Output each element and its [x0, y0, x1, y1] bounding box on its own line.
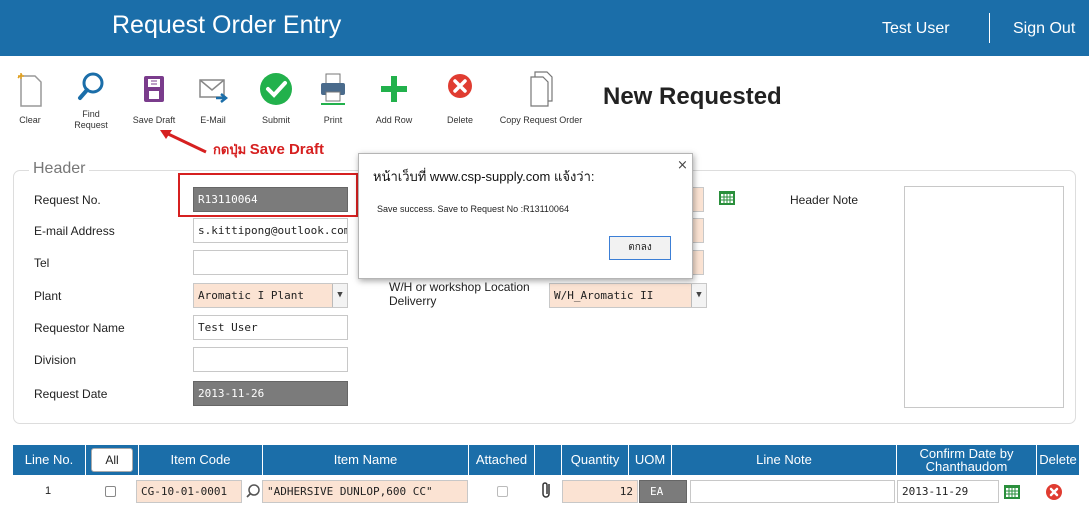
header-legend: Header [29, 160, 90, 178]
submit-label: Submit [261, 115, 290, 125]
plus-icon [381, 76, 407, 102]
email-field[interactable]: s.kittipong@outlook.com [193, 218, 348, 243]
close-icon[interactable]: × [677, 158, 688, 173]
delete-label: Delete [446, 115, 473, 125]
wh-location-value: W/H_Aromatic II [554, 289, 654, 302]
email-label-field: E-mail Address [34, 224, 115, 238]
wh-location-select[interactable]: W/H_Aromatic II ▼ [549, 283, 707, 308]
print-button[interactable]: Print [316, 70, 350, 126]
plant-label: Plant [34, 289, 62, 303]
col-delete: Delete [1039, 452, 1077, 467]
paperclip-icon[interactable] [540, 480, 554, 500]
email-icon [199, 79, 229, 103]
page-status: New Requested [603, 83, 782, 110]
annotation-bold: Save Draft [249, 141, 324, 158]
find-request-button[interactable]: Find Request [68, 70, 114, 131]
delete-icon [448, 74, 472, 98]
clear-label: Clear [19, 115, 41, 125]
row-select-checkbox[interactable] [105, 486, 116, 497]
wh-location-label: W/H or workshop Location Deliverry [389, 280, 530, 308]
col-item-name: Item Name [263, 445, 469, 475]
select-all-button[interactable]: All [91, 448, 133, 472]
calendar-icon[interactable] [718, 188, 736, 206]
alert-dialog: หน้าเว็บที่ www.csp-supply.com แจ้งว่า: … [358, 153, 693, 279]
header-note-textarea[interactable] [904, 186, 1064, 408]
calendar-icon[interactable] [1003, 482, 1021, 500]
col-item-code: Item Code [139, 445, 263, 475]
col-attached: Attached [469, 445, 535, 475]
ok-button[interactable]: ตกลง [609, 236, 671, 260]
header-note-label: Header Note [790, 193, 859, 207]
copy-request-order-button[interactable]: Copy Request Order [491, 70, 591, 126]
check-icon [260, 73, 292, 105]
request-date-field[interactable]: 2013-11-26 [193, 381, 348, 406]
division-label: Division [34, 353, 77, 367]
top-bar: Request Order Entry Test User Sign Out [0, 0, 1089, 56]
copy-document-icon [530, 71, 553, 107]
current-user: Test User [882, 20, 950, 37]
search-icon [78, 72, 104, 100]
clear-document-icon [17, 73, 42, 107]
print-label: Print [323, 115, 343, 125]
delete-row-icon[interactable] [1045, 483, 1063, 501]
col-uom: UOM [629, 445, 672, 475]
request-no-label: Request No. [34, 193, 101, 207]
lines-table-header: Line No. Item Code Item Name Attached Qu… [13, 445, 1079, 475]
row-item-code-field[interactable]: CG-10-01-0001 [136, 480, 242, 503]
col-confirm-date: Confirm Date by Chanthaudom [897, 445, 1037, 475]
annotation-arrow-icon [160, 130, 207, 154]
tel-field[interactable] [193, 250, 348, 275]
row-item-name-field[interactable]: "ADHERSIVE DUNLOP,600 CC" [262, 480, 468, 503]
annotation-text: กดปุ่ม Save Draft [213, 139, 324, 160]
col-attach-icon [535, 445, 562, 475]
printer-icon [321, 73, 345, 105]
chevron-down-icon[interactable]: ▼ [332, 284, 347, 307]
delete-button[interactable]: Delete [441, 70, 479, 126]
copy-request-order-label: Copy Request Order [499, 115, 583, 125]
add-row-label: Add Row [375, 115, 413, 125]
search-icon[interactable] [245, 483, 261, 499]
dialog-title: หน้าเว็บที่ www.csp-supply.com แจ้งว่า: [373, 169, 595, 184]
col-line-note: Line Note [672, 445, 897, 475]
tel-label: Tel [34, 256, 50, 270]
request-date-label: Request Date [34, 387, 108, 401]
sign-out-link[interactable]: Sign Out [1013, 20, 1075, 38]
find-request-label: Find Request [74, 109, 108, 130]
row-quantity-field[interactable]: 12 [562, 480, 638, 503]
divider [989, 13, 990, 43]
row-line-no: 1 [45, 485, 52, 497]
requestor-label: Requestor Name [34, 321, 125, 335]
chevron-down-icon[interactable]: ▼ [691, 284, 706, 307]
plant-select[interactable]: Aromatic I Plant ▼ [193, 283, 348, 308]
dialog-message: Save success. Save to Request No :R13110… [377, 204, 569, 214]
save-icon [144, 76, 164, 102]
requestor-field[interactable]: Test User [193, 315, 348, 340]
col-line-no: Line No. [13, 445, 86, 475]
row-attached-checkbox[interactable] [497, 486, 508, 497]
add-row-button[interactable]: Add Row [372, 70, 416, 126]
division-field[interactable] [193, 347, 348, 372]
row-line-note-field[interactable] [690, 480, 895, 503]
col-quantity: Quantity [562, 445, 629, 475]
annotation-prefix: กดปุ่ม [213, 142, 247, 157]
submit-button[interactable]: Submit [254, 70, 298, 126]
row-uom-field[interactable]: EA [639, 480, 687, 503]
clear-button[interactable]: Clear [10, 70, 50, 126]
plant-value: Aromatic I Plant [198, 289, 304, 302]
row-confirm-date-field[interactable]: 2013-11-29 [897, 480, 999, 503]
app-title: Request Order Entry [112, 11, 342, 39]
highlight-box [178, 173, 358, 217]
